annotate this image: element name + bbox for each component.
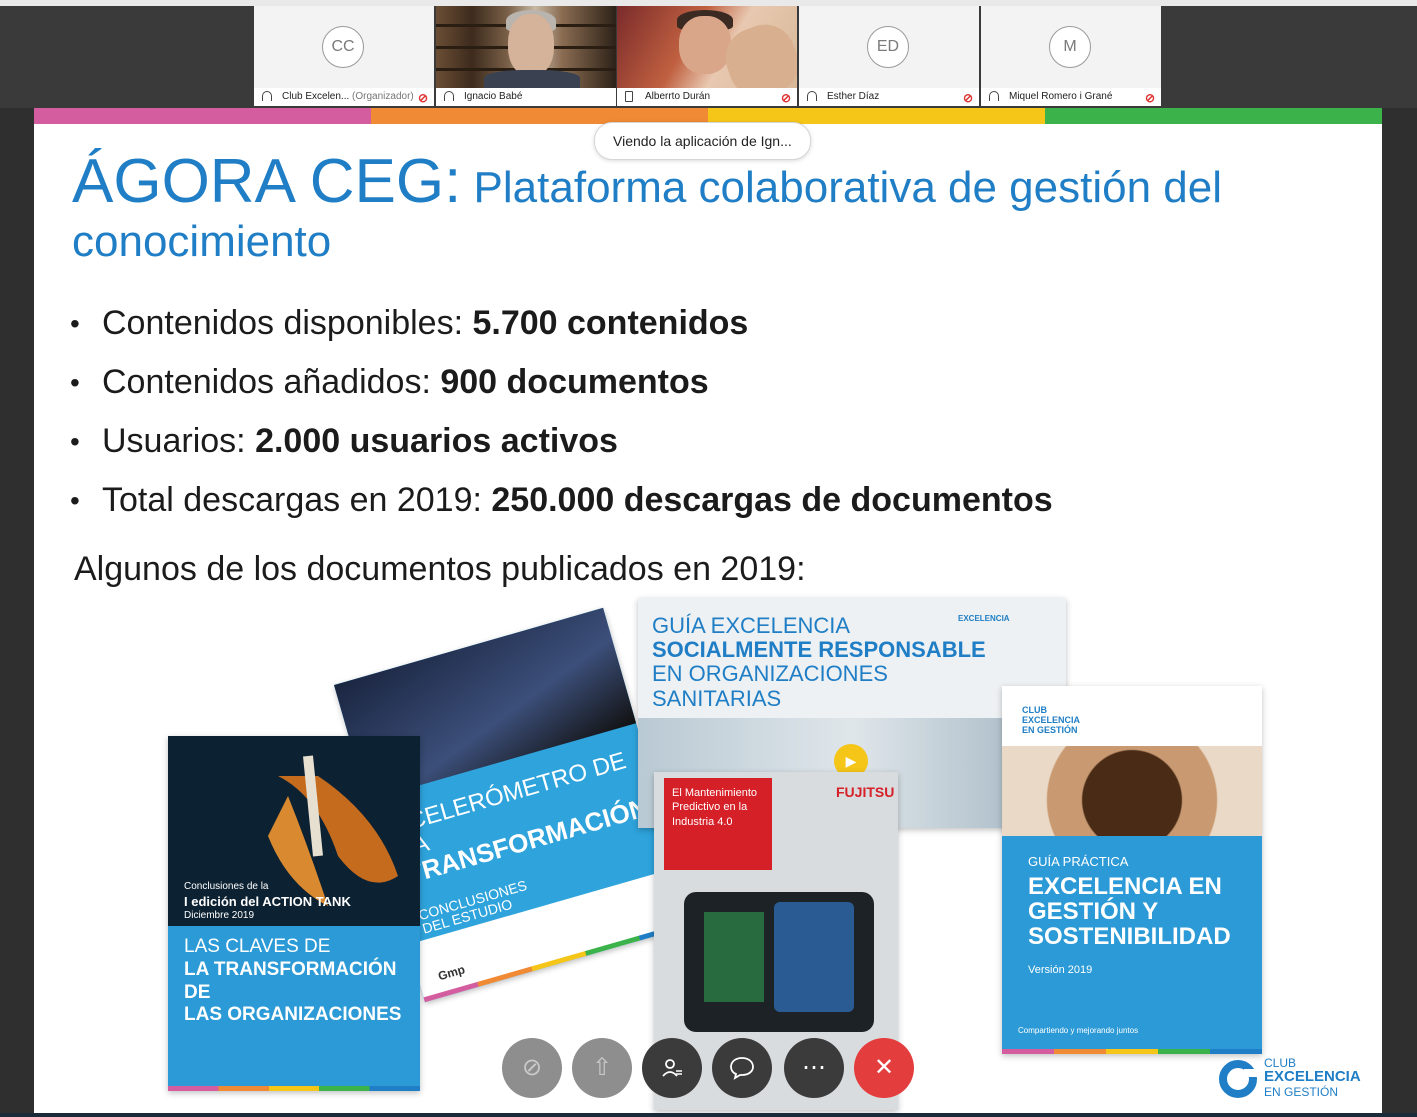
viewing-app-banner: Viendo la aplicación de Ign... (594, 122, 811, 160)
bullet-item: Total descargas en 2019: 250.000 descarg… (70, 471, 1053, 530)
participant-video (436, 6, 616, 90)
avatar: ED (867, 26, 909, 68)
club-logo-icon (1219, 1060, 1262, 1098)
mic-off-icon: ⊘ (780, 91, 791, 105)
participant-tile-esther[interactable]: ED Esther Díaz ⊘ (799, 6, 979, 106)
participant-tile-club-excelencia[interactable]: CC Club Excelen... (Organizador) ⊘ (254, 6, 434, 106)
chat-icon (730, 1057, 754, 1080)
bullet-list: Contenidos disponibles: 5.700 contenidos… (70, 294, 1053, 530)
cover-title: SOSTENIBILIDAD (1028, 923, 1231, 951)
share-icon: ⇧ (591, 1054, 613, 1081)
cover-intro: Conclusiones de la (184, 881, 269, 892)
avatar: CC (322, 26, 364, 68)
participants-icon (662, 1059, 682, 1077)
participant-name-bar: Alberrto Durán ⊘ (617, 88, 797, 106)
cover-claves-transformacion: Conclusiones de la I edición del ACTION … (168, 736, 420, 1091)
participants-button[interactable] (642, 1038, 702, 1098)
cover-footer: Compartiendo y mejorando juntos (1018, 1026, 1139, 1035)
cover-kicker: GUÍA PRÁCTICA (1028, 854, 1129, 869)
bullet-item: Usuarios: 2.000 usuarios activos (70, 412, 1053, 471)
more-options-button[interactable]: ⋯ (784, 1038, 844, 1098)
participant-tile-miquel[interactable]: M Miquel Romero i Grané ⊘ (981, 6, 1161, 106)
cover-title: EXCELENCIA EN (1028, 873, 1222, 900)
hang-up-icon: ✕ (873, 1054, 895, 1081)
cover-sostenibilidad: CLUB EXCELENCIA EN GESTIÓN GUÍA PRÁCTICA… (1002, 686, 1262, 1054)
logo-text: EXCELENCIA (1264, 1068, 1361, 1085)
mic-off-icon: ⊘ (962, 91, 973, 105)
cover-title: LAS CLAVES DE (184, 936, 331, 957)
cover-title: LA TRANSFORMACIÓN DE (184, 958, 397, 1003)
participant-video (617, 6, 797, 106)
participant-name-bar: Esther Díaz ⊘ (799, 88, 979, 106)
cover-logo: EXCELENCIA (958, 614, 1010, 623)
participant-name: Ignacio Babé (464, 91, 523, 102)
microphone-off-icon: ⊘ (521, 1054, 543, 1081)
slide-title: ÁGORA CEG: Plataforma colaborativa de ge… (72, 146, 1352, 268)
participant-name: Esther Díaz (827, 91, 880, 102)
cover-intro: Diciembre 2019 (184, 909, 255, 921)
participant-tile-ignacio[interactable]: Ignacio Babé (436, 6, 616, 106)
cover-logo: CLUB EXCELENCIA EN GESTIÓN (1022, 705, 1081, 735)
cover-title: El Mantenimiento Predictivo en la Indust… (672, 787, 757, 828)
cover-title: GUÍA EXCELENCIA (652, 613, 851, 638)
cover-title: SANITARIAS (652, 685, 782, 711)
club-excelencia-logo: CLUB EXCELENCIA EN GESTIÓN (1218, 1057, 1368, 1103)
bullet-item: Contenidos disponibles: 5.700 contenidos (70, 294, 1053, 353)
participant-name: Alberrto Durán (645, 91, 711, 102)
documents-subtitle: Algunos de los documentos publicados en … (74, 550, 806, 588)
share-screen-button[interactable]: ⇧ (572, 1038, 632, 1098)
participant-name-bar: Ignacio Babé (436, 88, 616, 106)
cover-intro: I edición del ACTION TANK (184, 893, 351, 909)
participant-name-bar: Club Excelen... (Organizador) ⊘ (254, 88, 434, 106)
stripe-green (1045, 108, 1382, 124)
mic-off-icon: ⊘ (417, 91, 428, 105)
avatar: M (1049, 26, 1091, 68)
mute-button[interactable]: ⊘ (502, 1038, 562, 1098)
stripe-pink (34, 108, 371, 124)
participant-name: Club Excelen... (282, 91, 350, 102)
cover-title: SOCIALMENTE RESPONSABLE (652, 637, 986, 663)
bottom-border (0, 1113, 1417, 1117)
logo-text: EN GESTIÓN (1264, 1085, 1339, 1099)
headset-icon (262, 91, 272, 101)
cover-version: Versión 2019 (1028, 964, 1093, 976)
headset-icon (989, 91, 999, 101)
headset-icon (444, 91, 454, 101)
more-icon: ⋯ (802, 1054, 826, 1081)
cover-title: EN ORGANIZACIONES (652, 661, 888, 687)
cover-title: GESTIÓN Y (1028, 898, 1159, 926)
bullet-item: Contenidos añadidos: 900 documentos (70, 353, 1053, 412)
chat-button[interactable] (712, 1038, 772, 1098)
slide-title-main: ÁGORA CEG: (72, 147, 462, 216)
hang-up-button[interactable]: ✕ (854, 1038, 914, 1098)
participant-tile-alberrto[interactable]: Alberrto Durán ⊘ (617, 6, 797, 106)
participant-role: (Organizador) (352, 91, 414, 102)
shared-slide: ÁGORA CEG: Plataforma colaborativa de ge… (34, 108, 1382, 1113)
cover-title: LAS ORGANIZACIONES (184, 1004, 402, 1026)
cover-hands-soil-image (1002, 746, 1262, 836)
phone-icon (625, 91, 633, 102)
headset-icon (807, 91, 817, 101)
mic-off-icon: ⊘ (1144, 91, 1155, 105)
participant-name-bar: Miquel Romero i Grané ⊘ (981, 88, 1161, 106)
cover-brand: FUJITSU (836, 784, 895, 800)
participant-name: Miquel Romero i Grané (1009, 91, 1113, 102)
